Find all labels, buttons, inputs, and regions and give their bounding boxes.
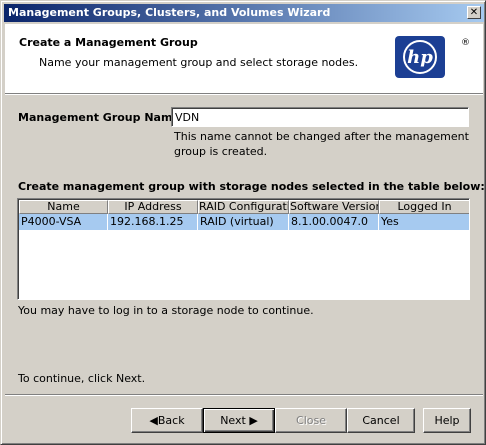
table-header: Name IP Address RAID Configurati... Soft… bbox=[19, 200, 469, 214]
cell-raid: RAID (virtual) bbox=[198, 214, 289, 230]
next-arrow-icon: ▶ bbox=[249, 414, 258, 427]
column-header-logged-in[interactable]: Logged In bbox=[379, 200, 469, 214]
step-subtitle: Name your management group and select st… bbox=[39, 56, 359, 69]
column-header-name[interactable]: Name bbox=[19, 200, 108, 214]
mg-name-input[interactable] bbox=[171, 107, 469, 127]
hp-logo-text: hp bbox=[407, 47, 433, 68]
close-window-button[interactable]: ✕ bbox=[467, 6, 481, 19]
cell-software: 8.1.00.0047.0 bbox=[289, 214, 379, 230]
cancel-button[interactable]: Cancel bbox=[347, 408, 415, 433]
mg-name-label: Management Group Name: bbox=[18, 111, 185, 124]
wizard-header: Create a Management Group Name your mana… bbox=[5, 24, 483, 94]
table-row[interactable]: P4000-VSA 192.168.1.25 RAID (virtual) 8.… bbox=[19, 214, 469, 230]
column-header-raid[interactable]: RAID Configurati... bbox=[198, 200, 289, 214]
back-button[interactable]: ◀Back bbox=[131, 408, 203, 433]
mg-name-note: This name cannot be changed after the ma… bbox=[174, 130, 469, 158]
login-note: You may have to log in to a storage node… bbox=[18, 304, 314, 317]
continue-note: To continue, click Next. bbox=[18, 372, 146, 385]
table-label: Create management group with storage nod… bbox=[18, 180, 485, 193]
cell-ip: 192.168.1.25 bbox=[108, 214, 198, 230]
wizard-window: Management Groups, Clusters, and Volumes… bbox=[0, 0, 486, 445]
next-button[interactable]: Next ▶ bbox=[203, 408, 275, 433]
title-bar[interactable]: Management Groups, Clusters, and Volumes… bbox=[4, 4, 484, 22]
storage-nodes-table[interactable]: Name IP Address RAID Configurati... Soft… bbox=[17, 198, 470, 300]
back-arrow-icon: ◀ bbox=[149, 414, 158, 427]
cell-name: P4000-VSA bbox=[19, 214, 108, 230]
header-divider bbox=[5, 94, 483, 95]
column-header-ip[interactable]: IP Address bbox=[108, 200, 198, 214]
cell-logged-in: Yes bbox=[379, 214, 469, 230]
close-button[interactable]: Close bbox=[275, 408, 347, 433]
registered-mark: ® bbox=[461, 38, 470, 48]
hp-logo: hp bbox=[395, 36, 445, 78]
window-title: Management Groups, Clusters, and Volumes… bbox=[8, 6, 331, 19]
step-title: Create a Management Group bbox=[19, 36, 198, 49]
column-header-software[interactable]: Software Version bbox=[289, 200, 379, 214]
back-label: Back bbox=[157, 414, 185, 427]
footer-divider-highlight bbox=[5, 395, 483, 396]
next-label: Next bbox=[220, 414, 246, 427]
help-button[interactable]: Help bbox=[423, 408, 471, 433]
